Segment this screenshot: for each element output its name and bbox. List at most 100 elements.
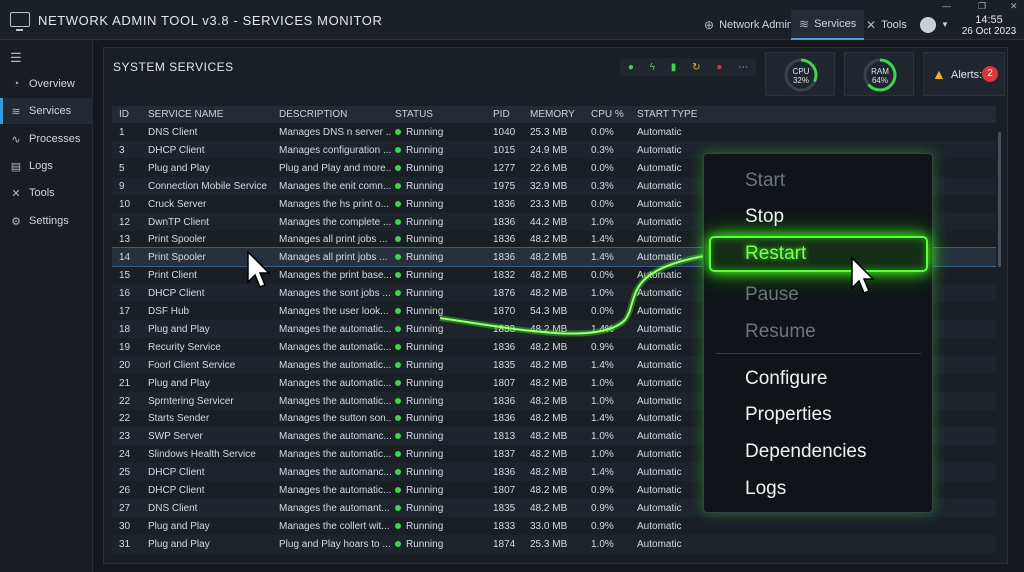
close-icon[interactable]: ✕ <box>1010 1 1018 12</box>
sidebar-item-processes[interactable]: ∿ Processes <box>0 126 93 152</box>
cell-cpu-text: 1.4% <box>591 359 614 371</box>
cell-cpu-text: 1.0% <box>591 538 614 550</box>
table-row[interactable]: 30 Plug and Play Manages the collert wit..… <box>112 517 996 535</box>
menu-item-resume[interactable]: Resume <box>745 321 816 343</box>
cell-start-type-text: Automatic <box>637 252 682 264</box>
minimize-icon[interactable]: — <box>942 1 951 11</box>
cell-status-text: Running <box>406 180 444 192</box>
column-header-memory[interactable]: MEMORY <box>530 109 575 120</box>
menu-item-restart[interactable]: Restart <box>745 243 806 265</box>
menu-item-dependencies[interactable]: Dependencies <box>745 441 866 463</box>
cell-status-text: Running <box>406 216 444 228</box>
maximize-icon[interactable]: ❐ <box>978 1 986 12</box>
cell-description-text: Manages the automant... <box>279 502 390 514</box>
tab-services[interactable]: ≋ Services <box>791 10 865 40</box>
sidebar-item-tools[interactable]: ✕ Tools <box>0 180 93 206</box>
column-header-id[interactable]: ID <box>119 109 129 120</box>
cell-status: Running <box>395 485 485 496</box>
cpu-label: CPU <box>792 67 810 76</box>
cell-id-text: 19 <box>119 341 131 353</box>
column-header-pid[interactable]: PID <box>493 109 510 120</box>
cell-cpu: 1.4% <box>591 252 631 263</box>
table-row[interactable]: 1 DNS Client Manages DNS n server ... Runni… <box>112 123 996 141</box>
cell-description: Manages the automatic... <box>279 378 391 389</box>
column-header-cpu[interactable]: CPU % <box>591 109 624 120</box>
alerts-widget[interactable]: ▲ Alerts: 2 <box>923 52 1005 96</box>
tab-network-admin[interactable]: ⊕ Network Admin <box>696 10 801 40</box>
cell-pid-text: 1870 <box>493 306 516 317</box>
cell-description-text: Manages the automatic... <box>279 485 391 496</box>
cell-service-name-text: DNS Client <box>148 127 198 138</box>
sidebar-item-label: Settings <box>29 215 69 227</box>
stop-icon[interactable]: ● <box>716 62 722 73</box>
sidebar-item-logs[interactable]: ▤ Logs <box>0 153 93 179</box>
cell-cpu-text: 1.0% <box>591 288 614 300</box>
cell-id: 21 <box>119 378 144 389</box>
menu-item-pause[interactable]: Pause <box>745 284 799 306</box>
table-row[interactable]: 31 Plug and Play Plug and Play hoars to ..… <box>112 534 996 553</box>
cell-pid-text: 1836 <box>493 252 516 264</box>
status-running-icon <box>395 218 401 225</box>
cpu-value: 32% <box>792 76 809 85</box>
cell-id: 18 <box>119 324 144 335</box>
cell-memory: 33.0 MB <box>530 521 585 532</box>
chevron-down-icon[interactable]: ▼ <box>941 20 949 29</box>
cell-description: Manages the user look... <box>279 306 391 317</box>
cell-service-name-text: DSF Hub <box>148 306 190 317</box>
cell-status-text: Running <box>406 162 444 174</box>
cell-id-text: 16 <box>119 288 131 300</box>
cell-pid: 1832 <box>493 270 523 281</box>
column-header-service-name[interactable]: SERVICE NAME <box>148 109 223 120</box>
check-circle-icon[interactable]: ● <box>628 62 634 73</box>
avatar[interactable] <box>920 17 936 33</box>
cell-pid-text: 1833 <box>493 520 516 532</box>
cell-status: Running <box>395 503 485 514</box>
cell-id: 9 <box>119 181 144 192</box>
table-scrollbar[interactable] <box>998 132 1001 267</box>
bolt-icon[interactable]: ϟ <box>650 62 655 73</box>
cell-cpu: 0.9% <box>591 521 631 532</box>
menu-item-start[interactable]: Start <box>745 170 785 192</box>
cell-cpu-text: 1.4% <box>591 467 614 479</box>
tab-tools[interactable]: ✕ Tools <box>858 10 915 40</box>
sidebar-item-settings[interactable]: ⚙ Settings <box>0 208 93 234</box>
cell-service-name-text: Plug and Play <box>148 520 210 532</box>
signal-icon[interactable]: ▮ <box>671 62 677 73</box>
menu-item-properties[interactable]: Properties <box>745 404 832 426</box>
cell-cpu: 0.9% <box>591 342 631 353</box>
cell-memory: 48.2 MB <box>530 503 585 514</box>
menu-icon[interactable]: ☰ <box>10 50 22 66</box>
menu-item-logs[interactable]: Logs <box>745 478 786 500</box>
cell-description: Manages configuration ... <box>279 145 391 156</box>
status-running-icon <box>395 290 401 297</box>
status-running-icon <box>395 308 401 314</box>
cell-service-name: DHCP Client <box>148 467 276 478</box>
menu-item-stop[interactable]: Stop <box>745 206 784 228</box>
cell-memory-text: 48.2 MB <box>530 252 568 264</box>
cell-start-type-text: Automatic <box>637 395 682 407</box>
cell-id-text: 21 <box>119 377 131 389</box>
cell-service-name: DNS Client <box>148 503 276 514</box>
cell-description-text: Manages all print jobs ... <box>279 234 388 246</box>
menu-item-configure[interactable]: Configure <box>745 368 827 390</box>
cell-description: Manages the complete ... <box>279 217 391 228</box>
column-header-description[interactable]: DESCRIPTION <box>279 109 347 120</box>
cell-memory: 48.2 MB <box>530 467 585 478</box>
sidebar-item-services[interactable]: ≋ Services <box>0 98 93 124</box>
cell-cpu-text: 0.9% <box>591 341 614 353</box>
more-icon[interactable]: ⋯ <box>738 62 748 73</box>
cell-memory-text: 48.2 MB <box>530 341 568 353</box>
cell-status-text: Running <box>406 234 444 246</box>
cell-service-name: Sprntering Servicer <box>148 396 276 407</box>
column-header-status[interactable]: STATUS <box>395 109 433 120</box>
refresh-icon[interactable]: ↻ <box>692 62 700 73</box>
cell-memory-text: 25.3 MB <box>530 538 568 550</box>
column-header-start-type[interactable]: START TYPE <box>637 109 697 120</box>
cell-description: Manages the automant... <box>279 503 391 514</box>
cell-cpu: 0.0% <box>591 270 631 281</box>
cell-pid: 1835 <box>493 360 523 371</box>
sidebar-item-overview[interactable]: ◔ Overview <box>0 71 93 97</box>
cell-memory-text: 32.9 MB <box>530 180 568 192</box>
cell-service-name: Connection Mobile Service <box>148 181 276 192</box>
cell-service-name: DHCP Client <box>148 485 276 496</box>
